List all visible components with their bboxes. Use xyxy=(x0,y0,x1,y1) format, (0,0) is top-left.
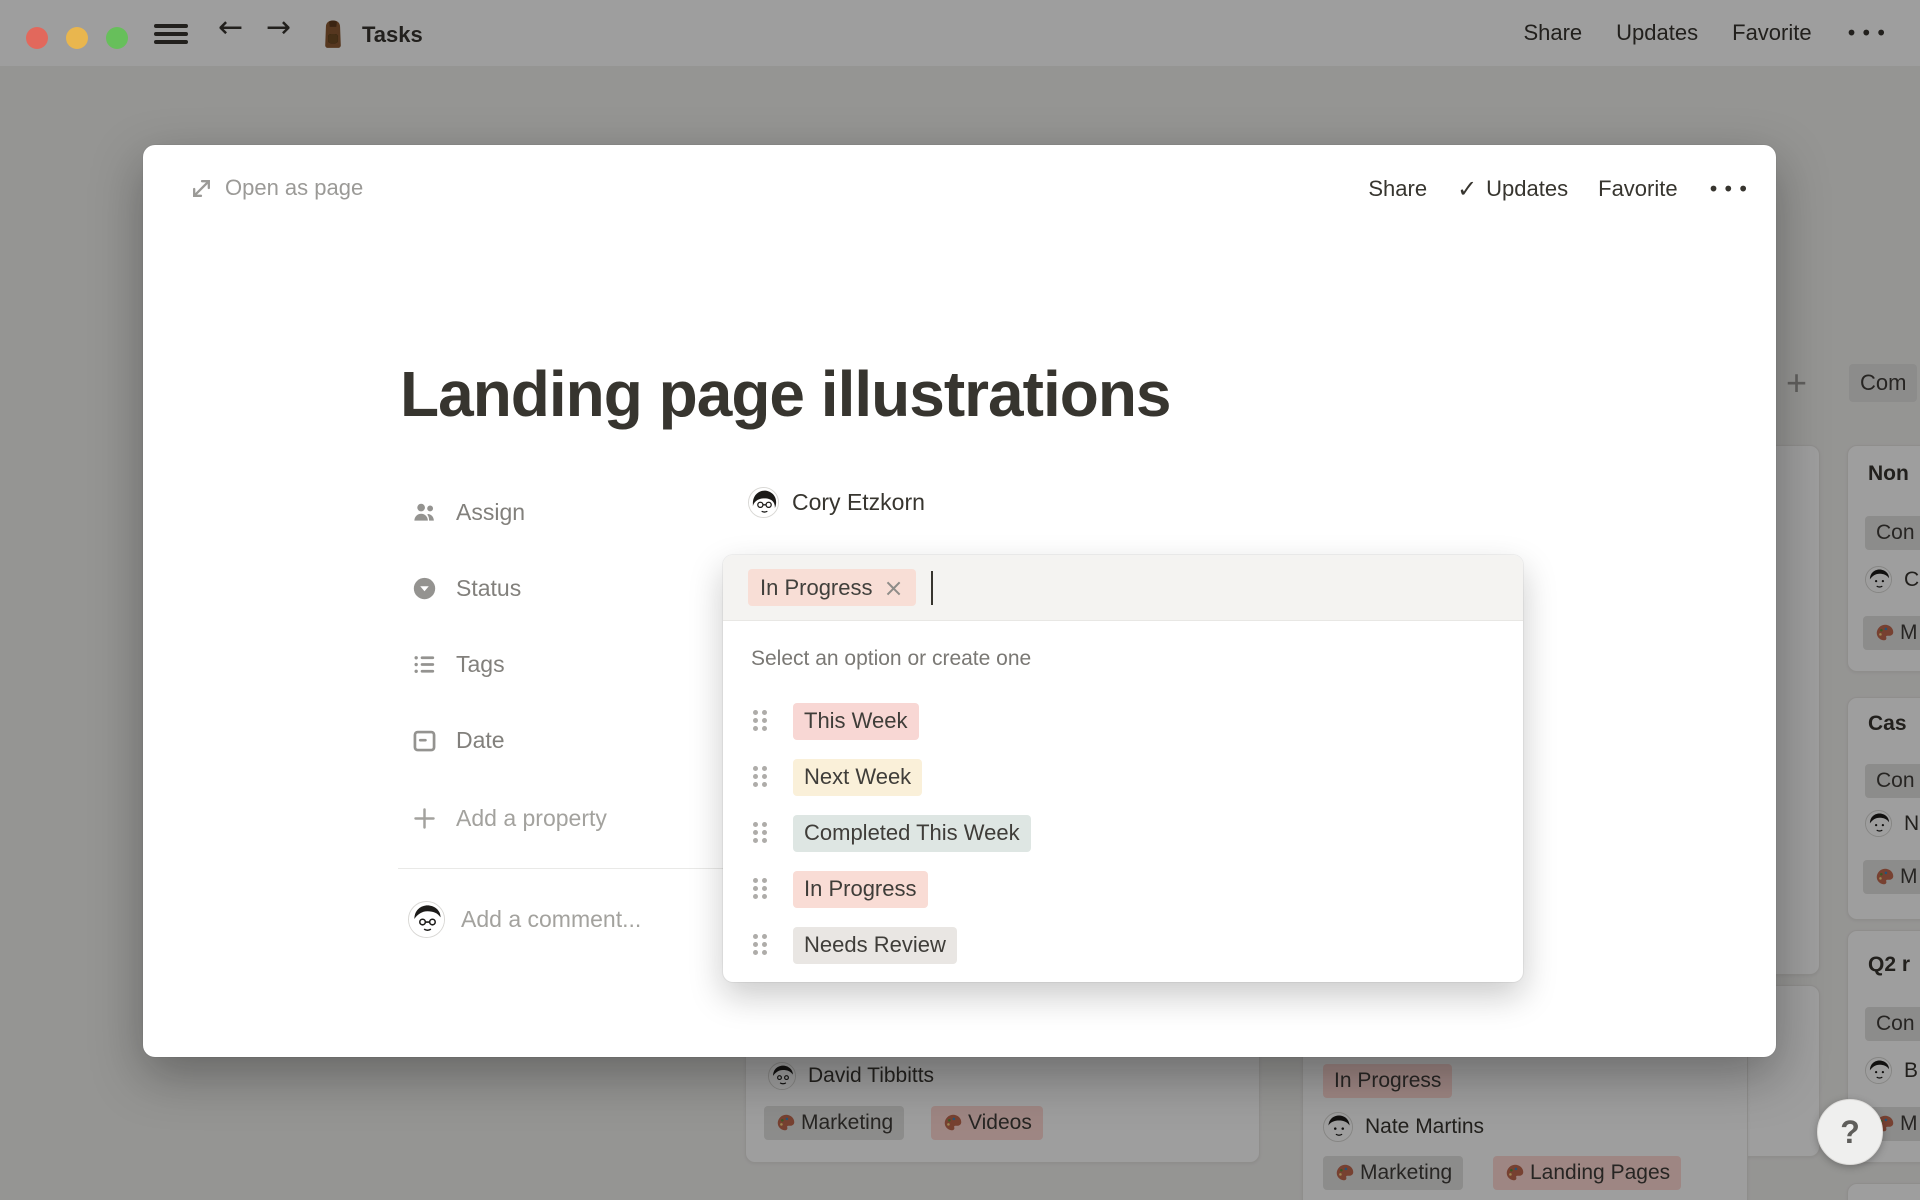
drag-handle-icon[interactable] xyxy=(753,878,767,900)
status-icon xyxy=(413,577,436,599)
property-row-assign[interactable]: Assign xyxy=(143,492,1776,532)
status-dropdown: In Progress × Select an option or create… xyxy=(723,555,1523,982)
property-label: Assign xyxy=(456,498,526,525)
avatar xyxy=(748,487,779,518)
status-option-next-week[interactable]: Next Week xyxy=(731,751,1515,803)
property-label: Date xyxy=(456,726,505,753)
drag-handle-icon[interactable] xyxy=(753,710,767,732)
help-button[interactable]: ? xyxy=(1817,1099,1883,1165)
property-label: Status xyxy=(456,574,522,601)
drag-handle-icon[interactable] xyxy=(753,934,767,956)
status-option-needs-review[interactable]: Needs Review xyxy=(731,919,1515,971)
option-tag: This Week xyxy=(793,702,919,740)
modal-favorite-button[interactable]: Favorite xyxy=(1598,176,1677,202)
question-icon: ? xyxy=(1840,1113,1860,1150)
app-window: ← → Tasks Share Updates Favorite ••• + C… xyxy=(0,0,1920,1200)
modal-updates-button[interactable]: ✓ Updates xyxy=(1457,175,1568,203)
assign-people-icon xyxy=(414,503,434,521)
expand-icon xyxy=(193,179,210,197)
window-zoom-button[interactable] xyxy=(106,27,128,49)
add-comment-input[interactable]: Add a comment... xyxy=(408,901,641,938)
add-comment-placeholder: Add a comment... xyxy=(461,906,642,932)
window-minimize-button[interactable] xyxy=(66,27,88,49)
option-tag: Next Week xyxy=(793,758,923,796)
modal-more-icon[interactable]: ••• xyxy=(1708,177,1752,201)
status-option-in-progress[interactable]: In Progress xyxy=(731,863,1515,915)
status-option-completed-this-week[interactable]: Completed This Week xyxy=(731,807,1515,859)
open-as-page-button[interactable]: Open as page xyxy=(190,175,363,201)
assign-value[interactable]: Cory Etzkorn xyxy=(748,487,925,518)
window-close-button[interactable] xyxy=(26,27,48,49)
tags-list-icon xyxy=(414,655,435,673)
selected-status-chip: In Progress × xyxy=(748,569,916,606)
option-tag: Completed This Week xyxy=(793,814,1031,852)
plus-icon xyxy=(414,807,435,829)
dropdown-hint: Select an option or create one xyxy=(751,647,1032,670)
drag-handle-icon[interactable] xyxy=(753,766,767,788)
remove-tag-icon[interactable]: × xyxy=(884,574,904,602)
text-caret xyxy=(930,570,933,605)
modal-share-button[interactable]: Share xyxy=(1368,176,1427,202)
date-calendar-icon xyxy=(413,730,436,751)
drag-handle-icon[interactable] xyxy=(753,822,767,844)
option-tag: Needs Review xyxy=(793,926,957,964)
check-icon: ✓ xyxy=(1457,175,1478,203)
option-tag: In Progress xyxy=(793,870,928,908)
task-title[interactable]: Landing page illustrations xyxy=(400,357,1171,431)
status-input[interactable]: In Progress × xyxy=(723,555,1523,621)
add-property-label: Add a property xyxy=(456,804,607,831)
avatar xyxy=(408,901,445,938)
status-option-this-week[interactable]: This Week xyxy=(731,695,1515,747)
property-label: Tags xyxy=(456,650,505,677)
